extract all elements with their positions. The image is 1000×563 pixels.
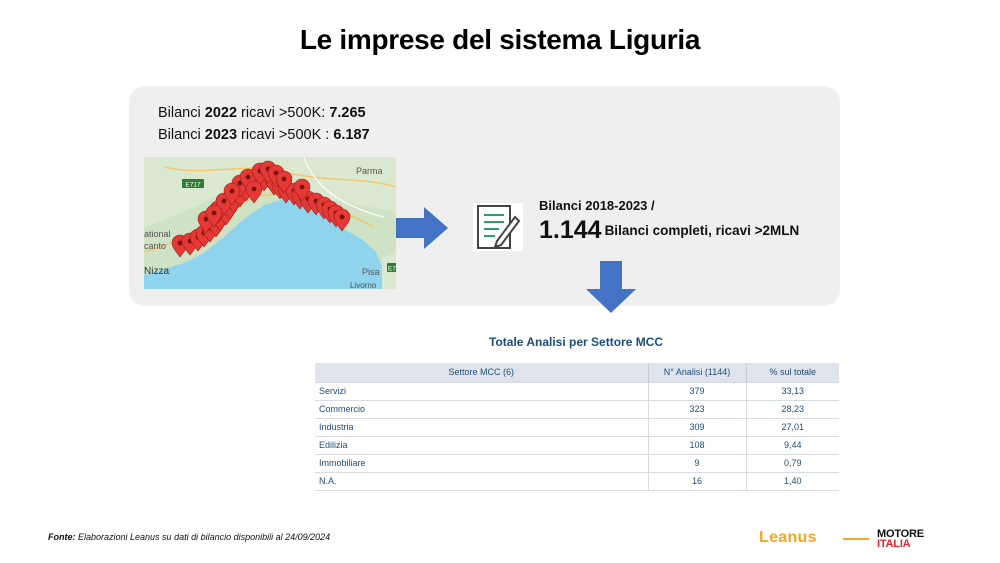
summary-description: Bilanci completi, ricavi >2MLN xyxy=(604,223,800,238)
cell-n-analisi: 108 xyxy=(648,435,747,454)
map-pin-dot xyxy=(221,198,227,204)
table-row: Industria 309 27,01 xyxy=(315,417,839,436)
header-settore: Settore MCC (6) xyxy=(315,363,649,382)
bilanci-2023-line: Bilanci 2023 ricavi >500K : 6.187 xyxy=(158,127,370,143)
document-edit-icon xyxy=(473,203,523,251)
map-pin-dot xyxy=(299,184,305,190)
map-pin-dot xyxy=(281,176,287,182)
cell-n-analisi: 309 xyxy=(648,417,747,436)
table-row: Edilizia 108 9,44 xyxy=(315,435,839,454)
map-label-e7: E7 xyxy=(388,266,396,273)
summary-heading: Bilanci 2018-2023 / xyxy=(539,198,655,213)
cell-n-analisi: 9 xyxy=(648,453,747,472)
table-header-row: Settore MCC (6) N° Analisi (1144) % sul … xyxy=(315,363,839,382)
map-pin-dot xyxy=(245,174,251,180)
leanus-logo: Leanus xyxy=(759,529,817,546)
map-pin-dot xyxy=(177,240,183,246)
cell-n-analisi: 16 xyxy=(648,471,747,491)
cell-percent: 0,79 xyxy=(746,453,839,472)
mcc-table: Settore MCC (6) N° Analisi (1144) % sul … xyxy=(315,363,839,491)
map-label-national: ational xyxy=(144,229,171,239)
map-label-parma: Parma xyxy=(356,166,383,176)
cell-percent: 27,01 xyxy=(746,417,839,436)
table-row: N.A. 16 1,40 xyxy=(315,471,839,491)
arrow-down-icon xyxy=(586,261,636,313)
cell-settore: N.A. xyxy=(315,471,649,491)
cell-n-analisi: 323 xyxy=(648,399,747,418)
cell-percent: 9,44 xyxy=(746,435,839,454)
cell-settore: Servizi xyxy=(315,381,649,400)
motore-italia-logo: MOTORE ITALIA xyxy=(877,528,924,550)
table-row: Immobiliare 9 0,79 xyxy=(315,453,839,472)
map-label-livorno: Livorno xyxy=(350,281,377,289)
cell-settore: Industria xyxy=(315,417,649,436)
map-image: E717 Parma ational canto Nizza Pisa Livo… xyxy=(144,157,396,289)
map-label-nizza: Nizza xyxy=(144,266,169,277)
cell-settore: Immobiliare xyxy=(315,453,649,472)
summary-line: 1.144 Bilanci completi, ricavi >2MLN xyxy=(539,216,799,245)
logo-separator xyxy=(843,538,869,540)
page-title: Le imprese del sistema Liguria xyxy=(299,24,701,55)
cell-percent: 28,23 xyxy=(746,399,839,418)
bilanci-2022-line: Bilanci 2022 ricavi >500K: 7.265 xyxy=(158,105,366,121)
table-title: Totale Analisi per Settore MCC xyxy=(489,335,664,349)
map-pin-dot xyxy=(339,214,345,220)
header-n-analisi: N° Analisi (1144) xyxy=(648,363,747,382)
summary-count: 1.144 xyxy=(539,216,602,244)
cell-settore: Edilizia xyxy=(315,435,649,454)
arrow-right-icon xyxy=(396,207,448,249)
source-note: Fonte: Elaborazioni Leanus su dati di bi… xyxy=(48,532,331,542)
map-label-pisa: Pisa xyxy=(362,267,380,277)
map-pin-dot xyxy=(211,210,217,216)
map-pin-dot xyxy=(251,186,257,192)
liguria-map: E717 Parma ational canto Nizza Pisa Livo… xyxy=(144,157,396,289)
cell-percent: 33,13 xyxy=(746,381,839,400)
map-label-cantonal: canto xyxy=(144,241,166,251)
cell-percent: 1,40 xyxy=(746,471,839,491)
map-pin-dot xyxy=(229,188,235,194)
cell-settore: Commercio xyxy=(315,399,649,418)
table-row: Servizi 379 33,13 xyxy=(315,381,839,400)
cell-n-analisi: 379 xyxy=(648,381,747,400)
map-label-e717: E717 xyxy=(185,182,201,189)
header-percent: % sul totale xyxy=(746,363,839,382)
table-row: Commercio 323 28,23 xyxy=(315,399,839,418)
